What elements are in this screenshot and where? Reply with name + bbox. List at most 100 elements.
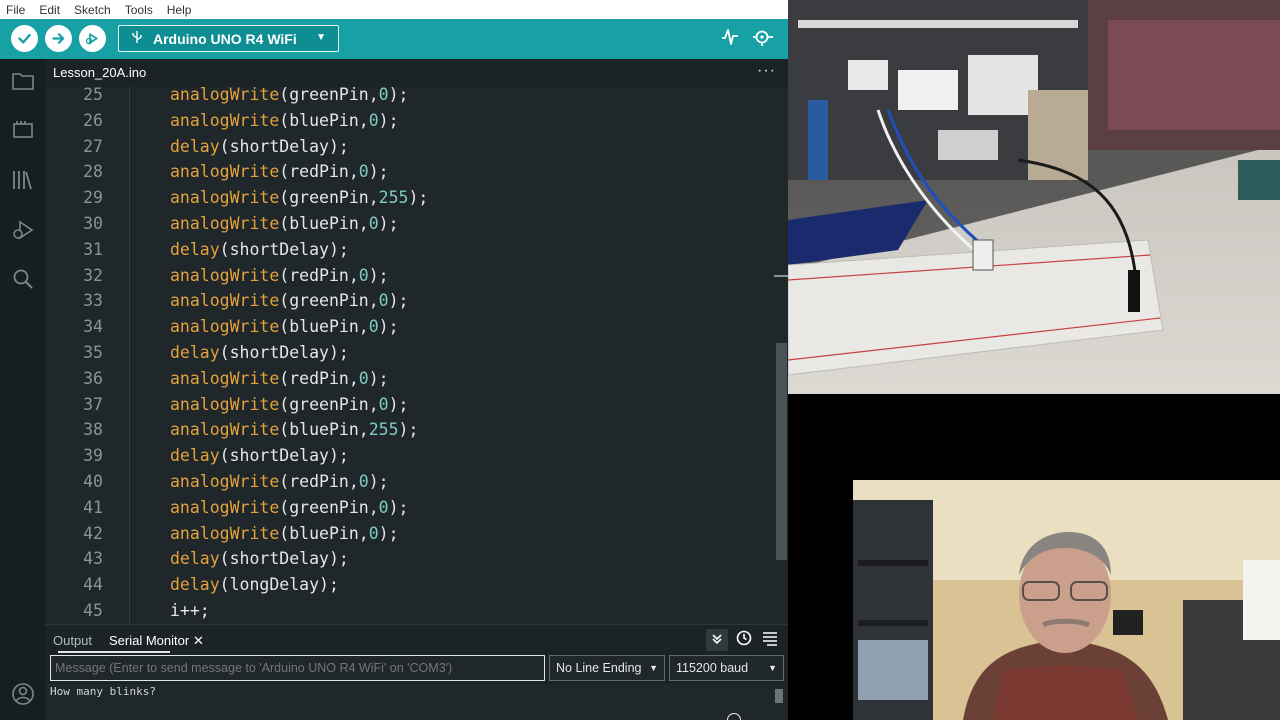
argument-token: shortDelay — [229, 136, 329, 156]
code-text: analogWrite(redPin,0); — [170, 368, 389, 388]
serial-output — [45, 684, 788, 720]
code-line[interactable]: 45 i++; — [45, 598, 775, 624]
code-line[interactable]: 41 analogWrite(greenPin,0); — [45, 495, 775, 521]
line-number: 30 — [83, 214, 103, 233]
folder-icon — [11, 72, 34, 90]
code-line[interactable]: 43 delay(shortDelay); — [45, 546, 775, 572]
code-line[interactable]: 29 analogWrite(greenPin,255); — [45, 185, 775, 211]
clear-icon — [763, 632, 777, 646]
board-selector[interactable]: Arduino UNO R4 WiFi ▼ — [118, 25, 339, 52]
line-number: 35 — [83, 343, 103, 362]
menu-help[interactable]: Help — [167, 3, 192, 17]
tab-lesson-file[interactable]: Lesson_20A.ino — [53, 65, 146, 80]
punctuation-token: ); — [328, 446, 349, 466]
search-button[interactable] — [10, 266, 35, 291]
debug-button[interactable] — [79, 25, 106, 52]
code-line[interactable]: 28 analogWrite(redPin,0); — [45, 159, 775, 185]
editor-tab-bar: Lesson_20A.ino ··· — [45, 59, 788, 87]
message-input[interactable] — [50, 655, 545, 681]
serial-plotter-button[interactable] — [720, 27, 740, 52]
debug-icon — [85, 33, 98, 45]
tab-serial-monitor[interactable]: Serial Monitor — [109, 633, 189, 648]
account-button[interactable] — [10, 681, 35, 706]
code-text: analogWrite(bluePin,0); — [170, 523, 399, 543]
serial-scrollbar[interactable] — [775, 689, 783, 703]
autoscroll-button[interactable] — [706, 629, 728, 651]
menu-file[interactable]: File — [6, 3, 25, 17]
code-line[interactable]: 33 analogWrite(greenPin,0); — [45, 288, 775, 314]
upload-button[interactable] — [45, 25, 72, 52]
code-text: analogWrite(bluePin,255); — [170, 420, 419, 440]
verify-button[interactable] — [11, 25, 38, 52]
library-icon — [12, 170, 32, 189]
code-line[interactable]: 35 delay(shortDelay); — [45, 340, 775, 366]
code-line[interactable]: 27 delay(shortDelay); — [45, 134, 775, 160]
notification-icon[interactable] — [727, 713, 741, 720]
code-line[interactable]: 39 delay(shortDelay); — [45, 443, 775, 469]
argument-token: shortDelay — [229, 239, 329, 259]
number-token: 0 — [358, 368, 369, 388]
number-token: 0 — [358, 472, 369, 491]
webcam-breadboard-view — [788, 0, 1280, 394]
line-number: 25 — [83, 87, 103, 104]
code-line[interactable]: 26 analogWrite(bluePin,0); — [45, 108, 775, 134]
code-text: analogWrite(redPin,0); — [170, 162, 389, 182]
board-icon — [12, 120, 33, 138]
argument-token: redPin — [289, 368, 349, 388]
baud-rate-select[interactable]: 115200 baud ▼ — [669, 655, 784, 681]
punctuation-token: ); — [388, 87, 409, 104]
code-line[interactable]: 32 analogWrite(redPin,0); — [45, 263, 775, 289]
account-icon — [11, 682, 34, 705]
number-token: 255 — [378, 188, 409, 208]
number-token: 0 — [368, 523, 379, 543]
function-token: delay — [170, 549, 220, 569]
argument-token: greenPin — [289, 394, 369, 414]
code-line[interactable]: 38 analogWrite(bluePin,255); — [45, 417, 775, 443]
argument-token: redPin — [289, 472, 349, 491]
code-line[interactable]: 37 analogWrite(greenPin,0); — [45, 392, 775, 418]
serial-output-text: How many blinks? — [50, 685, 156, 698]
video-gap-left — [788, 480, 853, 720]
search-icon — [13, 269, 33, 289]
argument-token: greenPin — [289, 291, 369, 311]
chevron-down-icon: ▼ — [768, 663, 777, 673]
menu-edit[interactable]: Edit — [39, 3, 60, 17]
debug-panel-button[interactable] — [10, 217, 35, 242]
chevron-down-icon: ▼ — [649, 663, 658, 673]
usb-icon — [131, 30, 143, 47]
code-line[interactable]: 44 delay(longDelay); — [45, 572, 775, 598]
debug-icon — [12, 220, 33, 239]
code-line[interactable]: 40 analogWrite(redPin,0); — [45, 469, 775, 495]
check-icon — [18, 33, 31, 44]
code-line[interactable]: 31 delay(shortDelay); — [45, 237, 775, 263]
menu-sketch[interactable]: Sketch — [74, 3, 111, 17]
boards-manager-button[interactable] — [10, 117, 35, 142]
code-line[interactable]: 36 analogWrite(redPin,0); — [45, 366, 775, 392]
serial-monitor-button[interactable] — [752, 27, 774, 52]
more-options-icon[interactable]: ··· — [757, 62, 776, 80]
library-manager-button[interactable] — [10, 167, 35, 192]
close-icon[interactable]: ✕ — [193, 633, 204, 649]
menu-tools[interactable]: Tools — [125, 3, 153, 17]
code-text: analogWrite(greenPin,0); — [170, 87, 409, 104]
tab-output[interactable]: Output — [53, 633, 92, 648]
function-token: delay — [170, 136, 220, 156]
code-editor[interactable]: 25 analogWrite(greenPin,0); 26 analogWrite(… — [45, 87, 788, 624]
line-ending-select[interactable]: No Line Ending ▼ — [549, 655, 665, 681]
line-number: 26 — [83, 110, 103, 130]
function-token: analogWrite — [170, 368, 280, 388]
line-number: 38 — [83, 420, 103, 440]
code-line[interactable]: 34 analogWrite(bluePin,0); — [45, 314, 775, 340]
editor-scrollbar-thumb[interactable] — [776, 343, 787, 560]
code-line[interactable]: 25 analogWrite(greenPin,0); — [45, 87, 775, 108]
line-number: 36 — [83, 368, 103, 388]
timestamp-button[interactable] — [736, 630, 752, 649]
punctuation-token: ); — [328, 343, 349, 362]
punctuation-token: ); — [368, 368, 389, 388]
punctuation-token: ); — [408, 188, 429, 208]
code-line[interactable]: 30 analogWrite(bluePin,0); — [45, 211, 775, 237]
sketchbook-button[interactable] — [10, 68, 35, 93]
code-line[interactable]: 42 analogWrite(bluePin,0); — [45, 521, 775, 547]
toolbar: Arduino UNO R4 WiFi ▼ — [0, 19, 788, 59]
clear-output-button[interactable] — [762, 630, 778, 649]
